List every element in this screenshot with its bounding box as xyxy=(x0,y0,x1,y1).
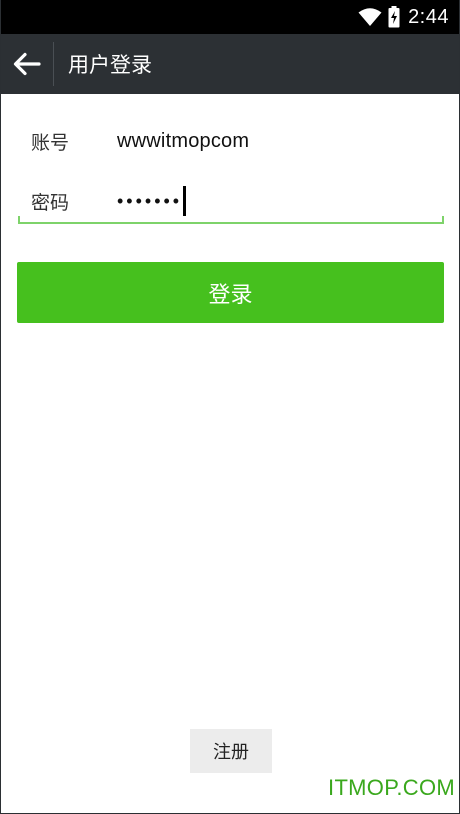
status-bar: 2:44 xyxy=(1,0,459,34)
password-masked-value: ••••••• xyxy=(117,190,183,211)
underline-line xyxy=(18,222,444,224)
account-label: 账号 xyxy=(31,131,70,154)
password-label: 密码 xyxy=(31,191,70,214)
password-input[interactable]: ••••••• xyxy=(117,186,187,216)
account-row: 账号 wwwitmopcom xyxy=(17,116,444,166)
register-button[interactable]: 注册 xyxy=(190,729,272,773)
action-bar: 用户登录 xyxy=(1,34,459,94)
underline-tick-right xyxy=(442,216,444,224)
status-icons: 2:44 xyxy=(358,0,449,34)
status-clock: 2:44 xyxy=(408,5,449,28)
account-input[interactable]: wwwitmopcom xyxy=(117,130,249,153)
back-button[interactable] xyxy=(1,34,53,94)
login-screen: 2:44 用户登录 账号 wwwitmopcom 密码 ••••••• 登录 注… xyxy=(0,0,460,814)
underline-tick-left xyxy=(18,216,20,224)
arrow-left-icon xyxy=(13,52,41,76)
text-cursor xyxy=(183,186,187,216)
action-bar-divider xyxy=(53,42,54,86)
battery-charging-icon xyxy=(388,6,400,28)
page-title: 用户登录 xyxy=(68,53,152,77)
wifi-icon xyxy=(358,8,382,26)
password-input-underline xyxy=(18,216,444,224)
login-button[interactable]: 登录 xyxy=(17,262,444,323)
watermark: ITMOP.COM xyxy=(328,775,455,800)
